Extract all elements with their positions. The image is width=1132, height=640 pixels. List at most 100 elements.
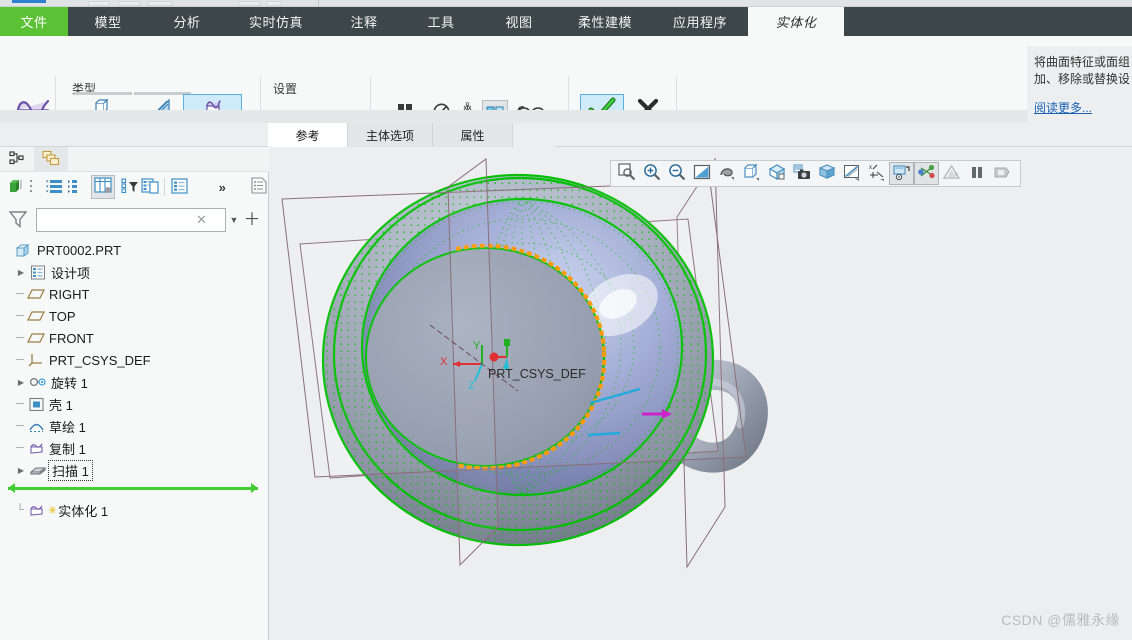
tree-row[interactable]: ▶ 设计项 (0, 261, 269, 283)
screen-capture-icon (793, 163, 811, 184)
tab-label: 主体选项 (365, 128, 414, 143)
list-view-button[interactable] (169, 176, 190, 198)
tree-row[interactable]: ─ PRT_CSYS_DEF (0, 349, 269, 371)
refit-button[interactable] (614, 162, 639, 185)
window-chrome-sliver (0, 0, 1132, 7)
revolve-icon (28, 375, 48, 389)
perspective-button[interactable] (939, 162, 964, 185)
edge-display-button[interactable] (839, 162, 864, 185)
datum-display-icon: x (868, 163, 886, 184)
tree-connector: ─ (16, 420, 24, 432)
tree-filter-button[interactable] (119, 176, 140, 198)
menu-item-file[interactable]: 文件 (0, 7, 68, 36)
tab-references[interactable]: 参考 (268, 123, 348, 147)
tree-row-pending[interactable]: └ ✳ 实体化 1 (0, 499, 269, 521)
menu-item-tools[interactable]: 工具 (402, 7, 480, 36)
tree-row[interactable]: ▶ 旋转 1 (0, 371, 269, 393)
menu-item-analysis[interactable]: 分析 (148, 7, 226, 36)
collapse-all-button[interactable] (64, 176, 85, 198)
tree-label: 复制 1 (49, 441, 86, 457)
tree-connector: ─ (16, 442, 24, 454)
appearance-button[interactable] (914, 162, 939, 185)
tab-model-tree[interactable] (0, 147, 34, 172)
tree-row[interactable]: ─ TOP (0, 305, 269, 327)
help-text-line2: 加、移除或替换设 (1034, 72, 1131, 86)
menu-item-applications[interactable]: 应用程序 (652, 7, 748, 36)
repaint-button[interactable] (689, 162, 714, 185)
tab-layers[interactable] (34, 147, 68, 172)
tree-label: PRT_CSYS_DEF (49, 352, 151, 368)
menu-item-solidify[interactable]: 实体化 (748, 7, 844, 36)
perspective-icon (942, 164, 961, 184)
qa-ghost-3 (148, 1, 172, 6)
svg-text:x: x (869, 165, 872, 171)
menu-item-live-simulation[interactable]: 实时仿真 (226, 7, 326, 36)
menu-item-view[interactable]: 视图 (480, 7, 558, 36)
tab-body-options[interactable]: 主体选项 (348, 123, 433, 147)
tree-row[interactable]: ─ 复制 1 (0, 437, 269, 459)
tree-settings-button[interactable] (249, 176, 270, 198)
tree-row[interactable]: ─ RIGHT (0, 283, 269, 305)
display-style-button[interactable] (814, 162, 839, 185)
tree-twisty[interactable]: ▶ (14, 466, 28, 475)
tree-row[interactable]: ─ 草绘 1 (0, 415, 269, 437)
insert-arrow-right (251, 483, 258, 493)
resume-playback-button[interactable] (989, 162, 1014, 185)
sweep-icon (28, 463, 48, 477)
ribbon-bottom-strip (0, 110, 1132, 123)
tree-label: 扫描 1 (48, 459, 93, 481)
read-more-link[interactable]: 阅读更多... (1034, 100, 1131, 117)
solidify-icon (26, 503, 46, 517)
menu-item-flexible-modeling[interactable]: 柔性建模 (558, 7, 652, 36)
menu-item-model[interactable]: 模型 (68, 7, 148, 36)
saved-view-button[interactable] (739, 162, 764, 185)
tree-row[interactable]: ─ 壳 1 (0, 393, 269, 415)
funnel-icon-wrap (0, 210, 36, 231)
tree-label: RIGHT (49, 286, 90, 302)
copy-feature-icon (26, 441, 46, 455)
view-manager-button[interactable] (764, 162, 789, 185)
insert-here-indicator[interactable] (8, 481, 258, 495)
annotation-display-button[interactable] (889, 162, 914, 185)
tree-label: TOP (49, 308, 76, 324)
tree-row[interactable]: PRT0002.PRT (0, 239, 269, 261)
axis-label-z: Z (468, 380, 475, 392)
tree-twisty[interactable]: ▶ (14, 268, 28, 277)
menu-label: 文件 (20, 15, 48, 30)
tree-twisty[interactable]: ▶ (14, 378, 28, 387)
screen-capture-button[interactable] (789, 162, 814, 185)
csys-icon (26, 353, 46, 367)
tree-search-dropdown-caret[interactable]: ▼ (226, 215, 242, 225)
navigator-toolbar: » (0, 172, 269, 202)
csys-label: PRT_CSYS_DEF (488, 367, 586, 381)
saved-view-icon (743, 163, 761, 184)
tree-filter-icon (121, 177, 139, 197)
zoom-in-button[interactable] (639, 162, 664, 185)
datum-display-button[interactable]: x (864, 162, 889, 185)
tree-row[interactable]: ─ FRONT (0, 327, 269, 349)
expand-all-button[interactable] (44, 176, 65, 198)
list-view-icon (171, 177, 188, 197)
resume-icon (993, 165, 1011, 183)
graphics-toolbar: x (610, 160, 1021, 187)
tree-label: 实体化 1 (58, 503, 109, 519)
menu-label: 工具 (427, 15, 455, 30)
more-tools-button[interactable]: » (212, 176, 233, 198)
pause-playback-button[interactable] (964, 162, 989, 185)
tree-row-selected[interactable]: ▶ 扫描 1 (0, 459, 269, 481)
tree-columns-button[interactable] (90, 175, 116, 199)
toolbar-divider (164, 178, 166, 196)
menu-item-annotate[interactable]: 注释 (326, 7, 402, 36)
tree-search-clear-icon[interactable]: ✕ (196, 212, 207, 228)
show-geometry-button[interactable] (6, 176, 27, 198)
graphics-viewport[interactable]: X Y Z PRT_CSYS_DEF x CSDN @儒雅永缘 (270, 147, 1132, 640)
quick-access-accent (12, 0, 46, 3)
tab-properties[interactable]: 属性 (433, 123, 513, 147)
spin-center-button[interactable] (714, 162, 739, 185)
kebab-icon (29, 179, 33, 196)
tree-overflow-button[interactable] (27, 176, 36, 198)
zoom-out-button[interactable] (664, 162, 689, 185)
copy-tree-button[interactable] (140, 176, 161, 198)
tree-search-add-button[interactable]: ＋ (242, 211, 262, 228)
qa-divider (318, 0, 319, 7)
